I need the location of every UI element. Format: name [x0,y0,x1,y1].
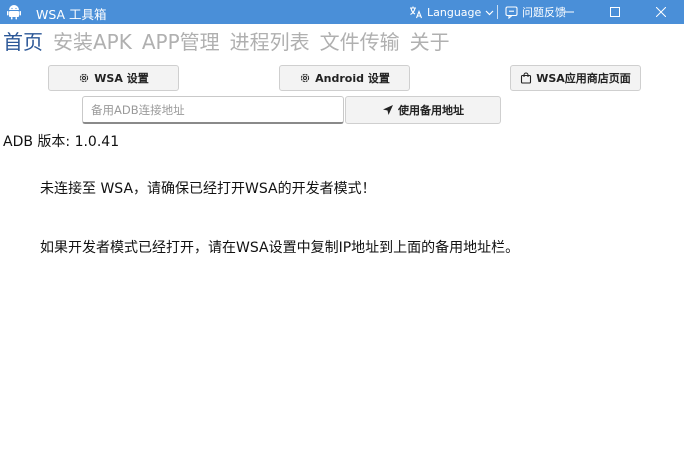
tab-home[interactable]: 首页 [3,29,43,55]
gear-icon [80,73,89,83]
tab-install-apk[interactable]: 安装APK [53,29,132,55]
wsa-store-button[interactable]: WSA应用商店页面 [510,65,641,91]
shopping-bag-icon [521,72,532,84]
connection-hint-message: 如果开发者模式已经打开，请在WSA设置中复制IP地址到上面的备用地址栏。 [40,240,520,256]
maximize-icon [610,7,620,17]
use-backup-address-label: 使用备用地址 [398,104,464,117]
gear-icon [301,73,310,83]
wsa-settings-label: WSA 设置 [94,72,149,85]
adb-version-text: ADB 版本: 1.0.41 [3,134,120,150]
android-settings-label: Android 设置 [315,72,390,85]
tab-process-list[interactable]: 进程列表 [230,29,310,55]
android-settings-button[interactable]: Android 设置 [279,65,410,91]
connection-status-message: 未连接至 WSA，请确保已经打开WSA的开发者模式！ [40,181,376,197]
language-selector[interactable]: Language [409,4,494,20]
wsa-settings-button[interactable]: WSA 设置 [48,65,179,91]
minimize-icon [564,11,574,13]
use-backup-address-button[interactable]: 使用备用地址 [345,96,501,124]
minimize-button[interactable] [546,0,592,24]
language-label: Language [427,5,482,19]
translate-icon [410,6,423,19]
maximize-button[interactable] [592,0,638,24]
navigation-arrow-icon [383,105,393,115]
title-bar: WSA 工具箱 Language 问题反馈 [0,0,684,24]
tab-file-transfer[interactable]: 文件传输 [320,29,400,55]
android-icon [7,5,21,20]
titlebar-divider [497,5,498,19]
wsa-store-label: WSA应用商店页面 [536,72,631,85]
tab-app-manager[interactable]: APP管理 [142,29,220,55]
nav-tabs: 首页 安装APK APP管理 进程列表 文件传输 关于 [3,29,450,55]
close-icon [656,7,666,17]
tab-about[interactable]: 关于 [410,29,450,55]
close-button[interactable] [638,0,684,24]
app-title: WSA 工具箱 [36,7,107,22]
backup-adb-address-input[interactable] [82,96,344,124]
feedback-icon [505,5,518,19]
chevron-down-icon [485,10,494,15]
